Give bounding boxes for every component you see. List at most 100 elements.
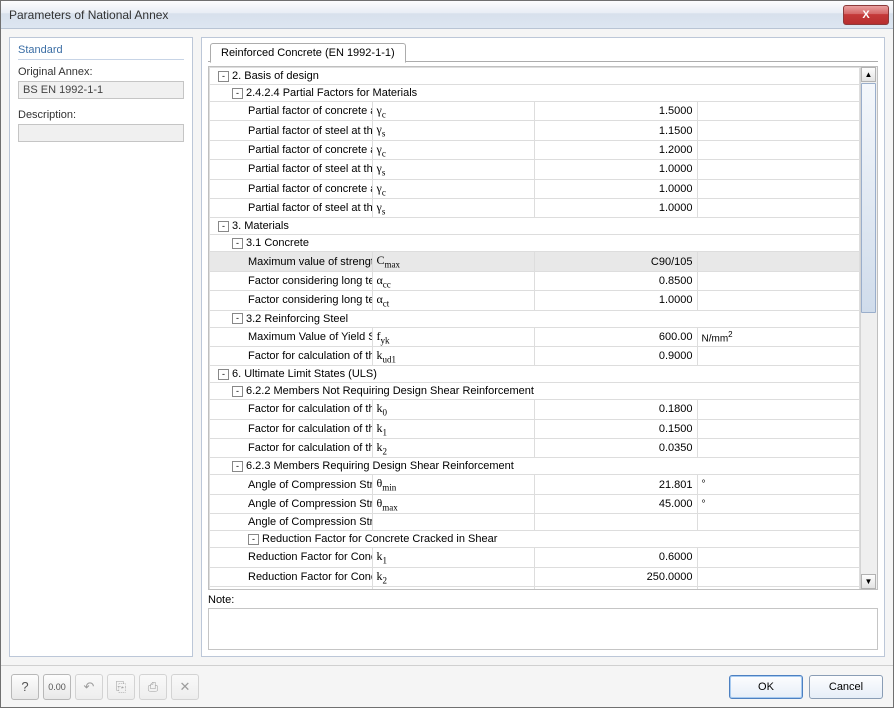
vertical-scrollbar[interactable]: ▲ ▼: [860, 67, 877, 589]
unit-cell: [697, 121, 860, 140]
tree-toggle-icon[interactable]: -: [248, 534, 259, 545]
tree-toggle-icon[interactable]: -: [218, 221, 229, 232]
parameter-label: Partial factor of steel at the ultimate …: [248, 125, 372, 137]
scroll-up-icon[interactable]: ▲: [861, 67, 876, 82]
value-cell[interactable]: 1.0000: [535, 160, 698, 179]
table-row[interactable]: Partial factor of concrete at the ultima…: [210, 102, 860, 121]
table-row[interactable]: Factor considering long term actions on …: [210, 291, 860, 310]
value-cell[interactable]: 0.9000: [535, 346, 698, 365]
tree-toggle-icon[interactable]: -: [232, 461, 243, 472]
table-row[interactable]: -3. Materials: [210, 218, 860, 235]
value-cell[interactable]: 0.1500: [535, 419, 698, 438]
value-cell[interactable]: 1.0000: [535, 198, 698, 217]
table-row[interactable]: Angle of Compression Strutθmax45.000°: [210, 494, 860, 513]
table-row[interactable]: Maximum Value of Yield Strengthfyk600.00…: [210, 327, 860, 346]
value-cell[interactable]: 1.0000: [535, 179, 698, 198]
value-cell[interactable]: 0.8500: [535, 271, 698, 290]
table-row[interactable]: Factor for considering stress condition …: [210, 587, 860, 589]
symbol-cell: k1: [372, 419, 535, 438]
tree-toggle-icon[interactable]: -: [232, 238, 243, 249]
table-row[interactable]: Partial factor of steel at the serviceab…: [210, 198, 860, 217]
table-row[interactable]: Partial factor of concrete at the ultima…: [210, 140, 860, 159]
tree-cell: -6.2.3 Members Requiring Design Shear Re…: [210, 458, 860, 475]
table-row[interactable]: -2. Basis of design: [210, 68, 860, 85]
table-row[interactable]: Factor for calculation of the design val…: [210, 419, 860, 438]
units-button[interactable]: 0.00: [43, 674, 71, 700]
table-row[interactable]: Factor considering long term actions on …: [210, 271, 860, 290]
note-textbox[interactable]: [208, 608, 878, 650]
table-row[interactable]: Reduction Factor for Concrete Cracked in…: [210, 548, 860, 567]
value-cell[interactable]: C90/105: [535, 252, 698, 271]
value-cell[interactable]: 250.0000: [535, 567, 698, 586]
description-label: Description:: [18, 109, 184, 121]
value-cell[interactable]: 1.5000: [535, 102, 698, 121]
content-area: Standard Original Annex: Description: Re…: [1, 29, 893, 665]
sidebar-heading: Standard: [18, 44, 184, 60]
parameter-grid[interactable]: -2. Basis of design-2.4.2.4 Partial Fact…: [209, 67, 860, 589]
symbol-cell: k2: [372, 567, 535, 586]
value-cell[interactable]: 1.2000: [535, 140, 698, 159]
table-row[interactable]: Partial factor of steel at the ultimate …: [210, 121, 860, 140]
unit-cell: [697, 400, 860, 419]
unit-cell: [697, 198, 860, 217]
tree-cell: Factor for considering stress condition …: [210, 587, 373, 589]
parameter-label: Partial factor of concrete at the servic…: [248, 183, 372, 195]
table-row[interactable]: -6.2.3 Members Requiring Design Shear Re…: [210, 458, 860, 475]
unit-cell: [697, 548, 860, 567]
value-cell[interactable]: 0.6000: [535, 548, 698, 567]
tree-toggle-icon[interactable]: -: [218, 71, 229, 82]
delete-button: ✕: [171, 674, 199, 700]
tree-toggle-icon[interactable]: -: [232, 88, 243, 99]
table-row[interactable]: Partial factor of steel at the ultimate …: [210, 160, 860, 179]
value-cell[interactable]: 0.0350: [535, 439, 698, 458]
value-cell[interactable]: 1.0000: [535, 587, 698, 589]
value-cell[interactable]: 21.801: [535, 475, 698, 494]
scroll-thumb[interactable]: [861, 83, 876, 313]
close-button[interactable]: X: [843, 5, 889, 25]
parameter-label: Factor for calculation of the design val…: [248, 350, 372, 362]
parameter-label: Maximum value of strength class of concr…: [248, 256, 372, 268]
paste-button: ⎙: [139, 674, 167, 700]
table-row[interactable]: -Reduction Factor for Concrete Cracked i…: [210, 531, 860, 548]
help-button[interactable]: ?: [11, 674, 39, 700]
cancel-button[interactable]: Cancel: [809, 675, 883, 699]
table-row[interactable]: Factor for calculation of the design val…: [210, 346, 860, 365]
table-row[interactable]: -3.2 Reinforcing Steel: [210, 310, 860, 327]
main-panel: Reinforced Concrete (EN 1992-1-1) -2. Ba…: [201, 37, 885, 657]
value-cell[interactable]: 1.1500: [535, 121, 698, 140]
table-row[interactable]: -2.4.2.4 Partial Factors for Materials: [210, 85, 860, 102]
scroll-down-icon[interactable]: ▼: [861, 574, 876, 589]
tree-cell: -2. Basis of design: [210, 68, 860, 85]
ok-button[interactable]: OK: [729, 675, 803, 699]
titlebar: Parameters of National Annex X: [1, 1, 893, 29]
tab-reinforced-concrete[interactable]: Reinforced Concrete (EN 1992-1-1): [210, 43, 406, 63]
table-row[interactable]: Factor for calculation of the design val…: [210, 400, 860, 419]
parameter-label: 6.2.2 Members Not Requiring Design Shear…: [246, 385, 534, 397]
tree-toggle-icon[interactable]: -: [232, 313, 243, 324]
table-row[interactable]: -6. Ultimate Limit States (ULS): [210, 366, 860, 383]
table-row[interactable]: Maximum value of strength class of concr…: [210, 252, 860, 271]
table-row[interactable]: Reduction Factor for Concrete Cracked in…: [210, 567, 860, 586]
parameter-label: Partial factor of steel at the ultimate …: [248, 163, 372, 175]
tree-toggle-icon[interactable]: -: [232, 386, 243, 397]
tree-cell: Angle of Compression Strut: [210, 494, 373, 513]
table-row[interactable]: Partial factor of concrete at the servic…: [210, 179, 860, 198]
tree-cell: Factor for calculation of the design val…: [210, 439, 373, 458]
symbol-cell: θmax: [372, 494, 535, 513]
symbol-cell: fyk: [372, 327, 535, 346]
unit-cell: °: [697, 494, 860, 513]
tree-toggle-icon[interactable]: -: [218, 369, 229, 380]
tree-cell: Partial factor of steel at the serviceab…: [210, 198, 373, 217]
value-cell[interactable]: 1.0000: [535, 291, 698, 310]
value-cell[interactable]: 0.1800: [535, 400, 698, 419]
table-row[interactable]: -6.2.2 Members Not Requiring Design Shea…: [210, 383, 860, 400]
parameter-table: -2. Basis of design-2.4.2.4 Partial Fact…: [209, 67, 860, 589]
table-row[interactable]: -3.1 Concrete: [210, 235, 860, 252]
table-row[interactable]: Factor for calculation of the design val…: [210, 439, 860, 458]
value-cell[interactable]: 45.000: [535, 494, 698, 513]
table-row[interactable]: Angle of Compression Strut: [210, 514, 860, 531]
tree-cell: Factor for calculation of the design val…: [210, 346, 373, 365]
table-row[interactable]: Angle of Compression Strutθmin21.801°: [210, 475, 860, 494]
value-cell[interactable]: 600.00: [535, 327, 698, 346]
value-cell[interactable]: [535, 514, 698, 531]
